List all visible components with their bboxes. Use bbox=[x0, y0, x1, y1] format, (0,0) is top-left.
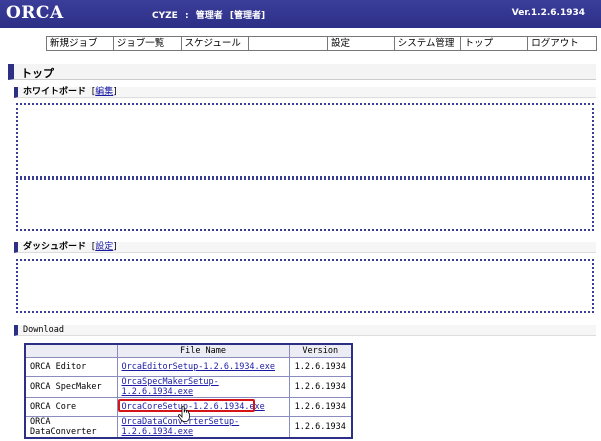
menu-top[interactable]: トップ bbox=[461, 37, 529, 50]
whiteboard-panel-bottom bbox=[16, 178, 594, 231]
download-link-specmaker[interactable]: OrcaSpecMakerSetup-1.2.6.1934.exe bbox=[122, 377, 219, 397]
dashboard-panel bbox=[16, 259, 594, 313]
main-menu: 新規ジョブ ジョブ一覧 スケジュール 設定 システム管理 トップ ログアウト bbox=[46, 36, 597, 51]
version-cell: 1.2.6.1934 bbox=[288, 415, 353, 438]
product-name: ORCA Core bbox=[24, 396, 118, 417]
menu-new-job[interactable]: 新規ジョブ bbox=[47, 37, 114, 50]
whiteboard-panel-top bbox=[16, 103, 594, 178]
version-cell: 1.2.6.1934 bbox=[288, 396, 353, 417]
dashboard-settings-link[interactable]: 設定 bbox=[95, 242, 113, 252]
col-header-version: Version bbox=[288, 343, 353, 358]
download-header: Download bbox=[14, 325, 596, 336]
whiteboard-title: ホワイトボード bbox=[23, 87, 87, 97]
user-separator: : bbox=[184, 11, 189, 21]
whiteboard-bracket-close: ] bbox=[113, 87, 117, 97]
user-name: 管理者 bbox=[195, 11, 223, 21]
product-name: ORCA DataConverter bbox=[24, 415, 118, 438]
product-name: ORCA Editor bbox=[24, 356, 118, 377]
page-title: トップ bbox=[8, 64, 596, 80]
menu-schedule[interactable]: スケジュール bbox=[182, 37, 250, 50]
table-row: ORCA SpecMaker OrcaSpecMakerSetup-1.2.6.… bbox=[24, 375, 353, 398]
table-header-row: File Name Version bbox=[24, 343, 353, 358]
download-link-editor[interactable]: OrcaEditorSetup-1.2.6.1934.exe bbox=[122, 362, 276, 372]
menu-job-list[interactable]: ジョブ一覧 bbox=[114, 37, 182, 50]
user-id: CYZE bbox=[152, 11, 178, 21]
user-info: CYZE : 管理者 [管理者] bbox=[152, 8, 269, 21]
file-cell: OrcaEditorSetup-1.2.6.1934.exe bbox=[116, 356, 290, 377]
page-title-text: トップ bbox=[21, 67, 54, 80]
dashboard-bracket-close: ] bbox=[113, 242, 117, 252]
app-header: ORCA CYZE : 管理者 [管理者] Ver.1.2.6.1934 bbox=[0, 0, 601, 28]
version-cell: 1.2.6.1934 bbox=[288, 375, 353, 398]
orca-logo[interactable]: ORCA bbox=[6, 3, 64, 23]
user-role: [管理者] bbox=[229, 11, 266, 21]
file-cell: OrcaSpecMakerSetup-1.2.6.1934.exe bbox=[116, 375, 290, 398]
whiteboard-edit-link[interactable]: 編集 bbox=[95, 87, 113, 97]
version-label: Ver.1.2.6.1934 bbox=[511, 8, 585, 18]
hand-pointer-icon bbox=[178, 406, 190, 422]
download-table: File Name Version ORCA Editor OrcaEditor… bbox=[24, 343, 353, 439]
dashboard-title: ダッシュボード bbox=[23, 242, 87, 252]
version-cell: 1.2.6.1934 bbox=[288, 356, 353, 377]
product-name: ORCA SpecMaker bbox=[24, 375, 118, 398]
download-title: Download bbox=[23, 325, 64, 335]
dashboard-header: ダッシュボード [設定] bbox=[14, 242, 596, 253]
col-header-name bbox=[24, 343, 118, 358]
col-header-file: File Name bbox=[116, 343, 290, 358]
table-row: ORCA Editor OrcaEditorSetup-1.2.6.1934.e… bbox=[24, 356, 353, 377]
menu-blank[interactable] bbox=[249, 37, 328, 50]
menu-system-admin[interactable]: システム管理 bbox=[395, 37, 462, 50]
menu-logout[interactable]: ログアウト bbox=[528, 37, 596, 50]
menu-settings[interactable]: 設定 bbox=[328, 37, 395, 50]
whiteboard-header: ホワイトボード [編集] bbox=[14, 87, 596, 98]
file-cell: OrcaDataConverterSetup-1.2.6.1934.exe bbox=[116, 415, 290, 438]
